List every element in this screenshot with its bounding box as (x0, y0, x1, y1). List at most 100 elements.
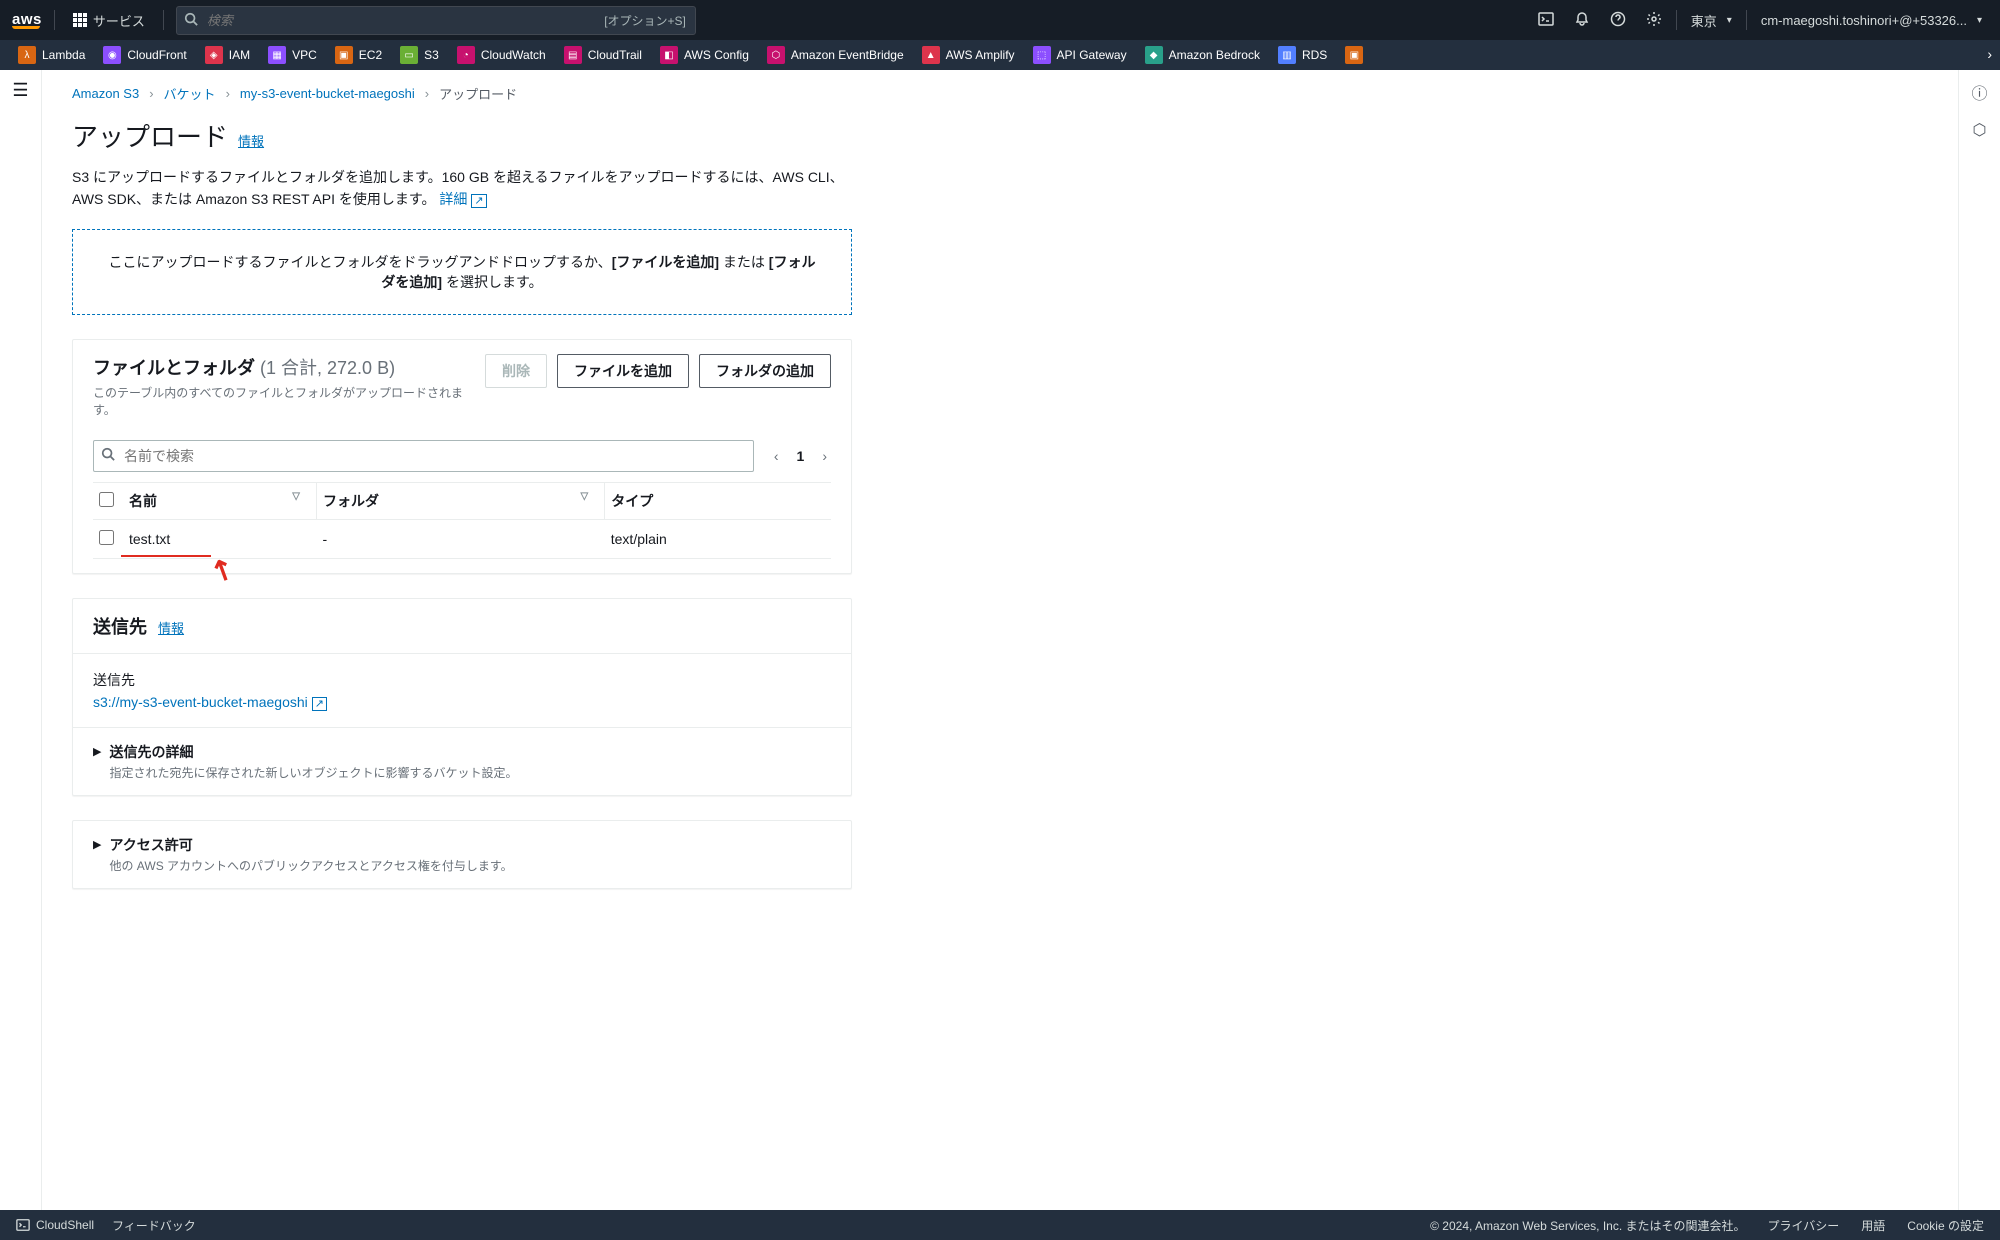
search-icon (101, 447, 115, 464)
fav-amplify[interactable]: ▲AWS Amplify (914, 43, 1023, 67)
destination-label: 送信先 (93, 670, 831, 690)
fav-cloudfront[interactable]: ◉CloudFront (95, 43, 194, 67)
col-type[interactable]: タイプ (605, 482, 831, 519)
page-number: 1 (797, 448, 805, 464)
top-nav: aws サービス [オプション+S] 東京 cm-maegoshi.toshin… (0, 0, 2000, 40)
crumb-bucket[interactable]: my-s3-event-bucket-maegoshi (240, 86, 415, 101)
files-card: ファイルとフォルダ (1 合計, 272.0 B) このテーブル内のすべてのファ… (72, 339, 852, 574)
cloudshell-button[interactable]: CloudShell (16, 1218, 94, 1232)
notifications-icon[interactable] (1568, 11, 1596, 30)
fav-eventbridge[interactable]: ⬡Amazon EventBridge (759, 43, 912, 67)
chevron-right-icon: › (226, 86, 230, 101)
fav-more[interactable]: ▣ (1337, 43, 1371, 67)
help-rail: ⓘ ⬡ (1958, 70, 2000, 1210)
grid-icon (73, 13, 87, 27)
info-link[interactable]: 情報 (158, 621, 184, 636)
bedrock-icon: ◆ (1145, 46, 1163, 64)
info-icon[interactable]: ⓘ (1971, 80, 1987, 104)
table-row[interactable]: test.txt - text/plain (93, 519, 831, 558)
more-icon: ▣ (1345, 46, 1363, 64)
ec2-icon: ▣ (335, 46, 353, 64)
permissions-expander[interactable]: ▶ アクセス許可 他の AWS アカウントへのパブリックアクセスとアクセス権を付… (73, 821, 851, 888)
crumb-current: アップロード (439, 84, 517, 103)
security-icon[interactable]: ⬡ (1973, 120, 1987, 140)
permissions-card: ▶ アクセス許可 他の AWS アカウントへのパブリックアクセスとアクセス権を付… (72, 820, 852, 889)
feedback-link[interactable]: フィードバック (112, 1217, 196, 1234)
detail-link[interactable]: 詳細 (439, 191, 486, 207)
dropzone-add-files: [ファイルを追加] (612, 254, 719, 270)
divider (54, 10, 55, 30)
account-menu[interactable]: cm-maegoshi.toshinori+@+53326... (1755, 9, 1988, 32)
destination-header: 送信先 情報 (73, 599, 851, 654)
fav-rds[interactable]: ▥RDS (1270, 43, 1335, 67)
destination-card: 送信先 情報 送信先 s3://my-s3-event-bucket-maego… (72, 598, 852, 796)
col-name[interactable]: 名前▽ (123, 482, 317, 519)
sort-icon: ▽ (581, 491, 589, 502)
chevron-right-icon: › (149, 86, 153, 101)
fav-scroll-right[interactable]: › (1983, 46, 1996, 62)
crumb-buckets[interactable]: バケット (164, 84, 216, 103)
help-icon[interactable] (1604, 11, 1632, 30)
add-file-button[interactable]: ファイルを追加 (557, 354, 689, 388)
chevron-right-icon: › (425, 86, 429, 101)
cloudshell-icon[interactable] (1532, 11, 1560, 30)
fav-s3[interactable]: ▭S3 (392, 43, 447, 67)
expander-desc: 指定された宛先に保存された新しいオブジェクトに影響するバケット設定。 (109, 764, 517, 781)
fav-bedrock[interactable]: ◆Amazon Bedrock (1137, 43, 1268, 67)
divider (163, 10, 164, 30)
page-prev[interactable]: ‹ (770, 446, 783, 466)
cookies-link[interactable]: Cookie の設定 (1907, 1217, 1984, 1234)
fav-config[interactable]: ◧AWS Config (652, 43, 757, 67)
fav-iam[interactable]: ◈IAM (197, 43, 258, 67)
files-filter-input[interactable] (93, 440, 754, 472)
fav-vpc[interactable]: ▦VPC (260, 43, 325, 67)
page-description: S3 にアップロードするファイルとフォルダを追加します。160 GB を超えるフ… (72, 166, 852, 211)
fav-ec2[interactable]: ▣EC2 (327, 43, 390, 67)
search-shortcut: [オプション+S] (604, 12, 686, 29)
destination-details-expander[interactable]: ▶ 送信先の詳細 指定された宛先に保存された新しいオブジェクトに影響するバケット… (73, 727, 851, 795)
apigateway-icon: ⬚ (1033, 46, 1051, 64)
delete-button[interactable]: 削除 (485, 354, 547, 388)
cloudfront-icon: ◉ (103, 46, 121, 64)
config-icon: ◧ (660, 46, 678, 64)
cell-type: text/plain (605, 519, 831, 558)
triangle-right-icon: ▶ (93, 745, 101, 758)
privacy-link[interactable]: プライバシー (1768, 1217, 1840, 1234)
breadcrumb: Amazon S3 › バケット › my-s3-event-bucket-ma… (72, 84, 1928, 103)
settings-icon[interactable] (1640, 11, 1668, 30)
fav-cloudwatch[interactable]: ◔CloudWatch (449, 43, 554, 67)
info-link[interactable]: 情報 (238, 131, 264, 150)
add-folder-button[interactable]: フォルダの追加 (699, 354, 831, 388)
services-menu[interactable]: サービス (67, 7, 151, 34)
s3-icon: ▭ (400, 46, 418, 64)
sidebar-toggle[interactable]: ☰ (0, 70, 42, 1210)
aws-logo[interactable]: aws (12, 11, 42, 29)
row-checkbox[interactable] (99, 530, 114, 545)
cloudtrail-icon: ▤ (564, 46, 582, 64)
terms-link[interactable]: 用語 (1861, 1217, 1885, 1234)
vpc-icon: ▦ (268, 46, 286, 64)
divider (1746, 10, 1747, 30)
global-search: [オプション+S] (176, 6, 696, 35)
destination-link[interactable]: s3://my-s3-event-bucket-maegoshi (93, 694, 327, 710)
fav-lambda[interactable]: λLambda (10, 43, 93, 67)
page-next[interactable]: › (818, 446, 831, 466)
select-all-checkbox[interactable] (99, 492, 114, 507)
iam-icon: ◈ (205, 46, 223, 64)
page-title: アップロード 情報 (72, 117, 1928, 154)
region-selector[interactable]: 東京 (1685, 7, 1738, 34)
col-folder[interactable]: フォルダ▽ (317, 482, 605, 519)
crumb-s3[interactable]: Amazon S3 (72, 86, 139, 101)
expander-title: 送信先の詳細 (109, 742, 517, 762)
fav-apigateway[interactable]: ⬚API Gateway (1025, 43, 1135, 67)
eventbridge-icon: ⬡ (767, 46, 785, 64)
fav-cloudtrail[interactable]: ▤CloudTrail (556, 43, 650, 67)
divider (1676, 10, 1677, 30)
files-subtitle: このテーブル内のすべてのファイルとフォルダがアップロードされます。 (93, 384, 469, 418)
amplify-icon: ▲ (922, 46, 940, 64)
files-title: ファイルとフォルダ (1 合計, 272.0 B) (93, 358, 395, 378)
dropzone-text: ここにアップロードするファイルとフォルダをドラッグアンドドロップするか、 (109, 254, 612, 270)
triangle-right-icon: ▶ (93, 838, 101, 851)
upload-dropzone[interactable]: ここにアップロードするファイルとフォルダをドラッグアンドドロップするか、[ファイ… (72, 229, 852, 315)
expander-title: アクセス許可 (109, 835, 512, 855)
